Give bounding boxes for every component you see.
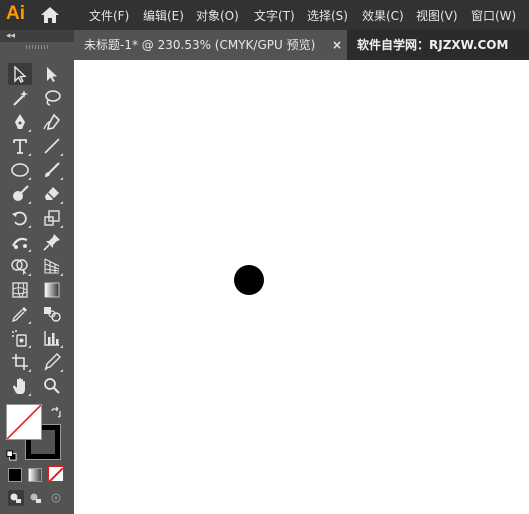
eraser-tool-icon[interactable] (40, 183, 64, 205)
hand-tool-icon[interactable] (8, 375, 32, 397)
gradient-tool-icon[interactable] (40, 279, 64, 301)
menu-bar: Ai 文件(F) 编辑(E) 对象(O) 文字(T) 选择(S) 效果(C) 视… (0, 0, 529, 30)
tab-site[interactable]: 软件自学网：RJZXW.COM (347, 30, 529, 60)
fill-swatch[interactable] (6, 404, 42, 440)
menu-effect[interactable]: 效果(C) (362, 7, 404, 24)
blend-tool-icon[interactable] (40, 303, 64, 325)
menu-window[interactable]: 窗口(W) (471, 7, 516, 24)
shape-builder-tool-icon[interactable] (8, 255, 32, 277)
draw-behind-icon[interactable] (28, 490, 44, 506)
artboard-tool-icon[interactable] (8, 351, 32, 373)
ellipse-tool-icon[interactable] (8, 159, 32, 181)
menu-edit[interactable]: 编辑(E) (143, 7, 184, 24)
puppet-warp-tool-icon[interactable] (8, 231, 32, 253)
paintbrush-tool-icon[interactable] (40, 159, 64, 181)
black-circle-shape[interactable] (234, 265, 264, 295)
tab-site-title: 软件自学网：RJZXW.COM (357, 38, 509, 52)
symbol-sprayer-tool-icon[interactable] (8, 327, 32, 349)
magic-wand-tool-icon[interactable] (8, 87, 32, 109)
close-icon[interactable]: × (332, 30, 342, 60)
selection-tool-icon[interactable] (8, 63, 32, 85)
zoom-tool-icon[interactable] (40, 375, 64, 397)
tools-panel: ◂◂ (0, 30, 75, 514)
eyedropper-tool-icon[interactable] (8, 303, 32, 325)
line-segment-tool-icon[interactable] (40, 135, 64, 157)
menu-select[interactable]: 选择(S) (307, 7, 348, 24)
type-tool-icon[interactable] (8, 135, 32, 157)
menu-file[interactable]: 文件(F) (89, 7, 129, 24)
scale-tool-icon[interactable] (40, 207, 64, 229)
perspective-grid-tool-icon[interactable] (40, 255, 64, 277)
default-fill-stroke-icon[interactable] (6, 446, 17, 465)
none-slash-icon (7, 405, 41, 439)
rotate-tool-icon[interactable] (8, 207, 32, 229)
gradient-mode-button[interactable] (28, 468, 42, 482)
artboard-canvas[interactable] (74, 60, 529, 514)
slice-tool-icon[interactable] (40, 351, 64, 373)
draw-inside-icon[interactable] (48, 490, 64, 506)
pen-tool-icon[interactable] (8, 111, 32, 133)
none-mode-button[interactable] (48, 466, 64, 482)
curvature-tool-icon[interactable] (40, 111, 64, 133)
menu-object[interactable]: 对象(O) (196, 7, 239, 24)
collapse-icon[interactable]: ◂◂ (6, 30, 15, 42)
menu-type[interactable]: 文字(T) (254, 7, 295, 24)
swap-fill-stroke-icon[interactable] (50, 404, 62, 423)
direct-selection-tool-icon[interactable] (40, 63, 64, 85)
color-mode-button[interactable] (8, 468, 22, 482)
lasso-tool-icon[interactable] (40, 87, 64, 109)
menu-view[interactable]: 视图(V) (416, 7, 458, 24)
panel-grip[interactable] (26, 45, 48, 49)
tab-document-title: 未标题-1* @ 230.53% (CMYK/GPU 预览) (84, 38, 316, 52)
shaper-tool-icon[interactable] (8, 183, 32, 205)
toolbar-header: ◂◂ (0, 30, 74, 42)
tab-document[interactable]: 未标题-1* @ 230.53% (CMYK/GPU 预览) (74, 30, 347, 60)
column-graph-tool-icon[interactable] (40, 327, 64, 349)
app-logo: Ai (6, 3, 25, 24)
home-icon[interactable] (40, 6, 60, 24)
document-tab-bar: 未标题-1* @ 230.53% (CMYK/GPU 预览) × 软件自学网：R… (74, 30, 529, 60)
mesh-tool-icon[interactable] (8, 279, 32, 301)
pin-tool-icon[interactable] (40, 231, 64, 253)
draw-normal-icon[interactable] (8, 490, 24, 506)
